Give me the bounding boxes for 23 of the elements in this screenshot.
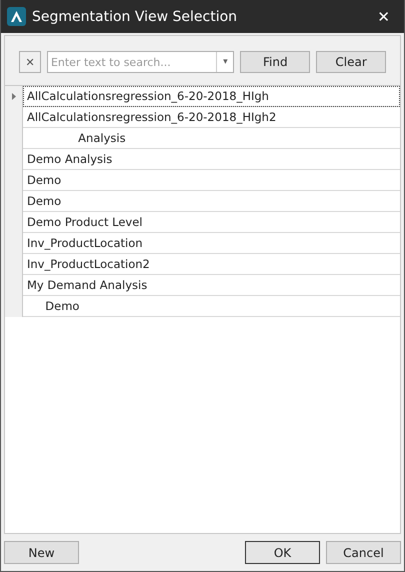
list-item[interactable]: Inv_ProductLocation2 — [23, 254, 400, 275]
list-item[interactable]: My Demand Analysis — [23, 275, 400, 296]
window-title: Segmentation View Selection — [32, 8, 238, 24]
clear-button[interactable]: Clear — [316, 51, 386, 73]
list-item[interactable]: AllCalculationsregression_6-20-2018_HIgh2 — [23, 107, 400, 128]
app-logo-icon — [7, 7, 26, 26]
list-item[interactable]: Inv_ProductLocation — [23, 233, 400, 254]
list-item[interactable]: Demo — [23, 170, 400, 191]
ok-button[interactable]: OK — [245, 541, 320, 564]
list-item[interactable]: Analysis — [23, 128, 400, 149]
list-item[interactable]: Demo Analysis — [23, 149, 400, 170]
search-field[interactable]: Enter text to search... ▾ — [46, 51, 234, 73]
list-item[interactable]: Demo — [23, 296, 400, 317]
new-button[interactable]: New — [4, 541, 79, 564]
dropdown-button[interactable]: ▾ — [216, 52, 234, 72]
close-button[interactable]: ✕ — [369, 8, 398, 26]
find-button[interactable]: Find — [240, 51, 310, 73]
cancel-button[interactable]: Cancel — [326, 541, 401, 564]
clear-search-button[interactable]: ✕ — [19, 51, 41, 73]
list-item[interactable]: AllCalculationsregression_6-20-2018_HIgh — [23, 86, 400, 107]
row-header[interactable] — [5, 86, 23, 107]
list-item[interactable]: Demo Product Level — [23, 212, 400, 233]
list-item[interactable]: Demo — [23, 191, 400, 212]
